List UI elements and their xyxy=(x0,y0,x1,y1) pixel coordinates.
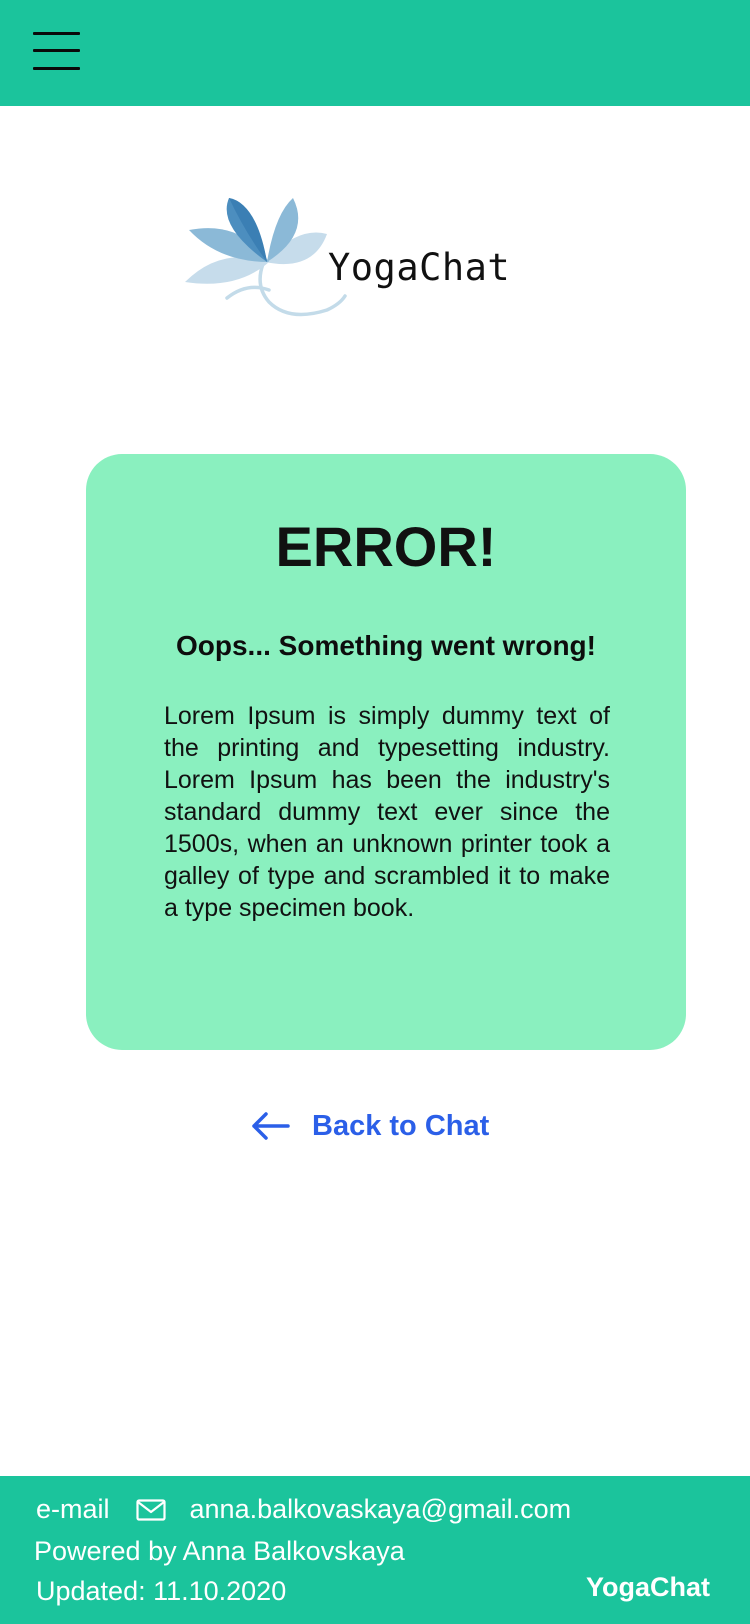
hamburger-menu-icon[interactable] xyxy=(33,32,81,72)
top-bar xyxy=(0,0,750,106)
updated-date: Updated: 11.10.2020 xyxy=(36,1576,287,1606)
error-title: ERROR! xyxy=(275,515,497,578)
footer-brand: YogaChat xyxy=(585,1572,710,1602)
powered-by-text: Powered by Anna Balkovskaya xyxy=(34,1536,405,1566)
email-label: e-mail xyxy=(36,1494,110,1524)
menu-line xyxy=(33,67,80,70)
error-subtitle: Oops... Something went wrong! xyxy=(176,630,596,661)
back-to-chat-label: Back to Chat xyxy=(312,1109,490,1142)
footer-contact: e-mail anna.balkovaskaya@gmail.com xyxy=(36,1494,571,1525)
email-link[interactable]: anna.balkovaskaya@gmail.com xyxy=(190,1494,572,1525)
logo-text: YogaChat xyxy=(328,246,511,289)
envelope-icon xyxy=(135,1498,166,1521)
menu-line xyxy=(33,32,80,35)
arrow-left-icon xyxy=(252,1112,290,1140)
back-to-chat-link[interactable]: Back to Chat xyxy=(250,1104,489,1148)
menu-line xyxy=(33,49,80,52)
error-card: ERROR! Oops... Something went wrong! Lor… xyxy=(86,454,686,1050)
footer: e-mail anna.balkovaskaya@gmail.com Power… xyxy=(0,1476,750,1624)
app-logo: YogaChat xyxy=(185,198,545,338)
error-description: Lorem Ipsum is simply dummy text of the … xyxy=(164,702,610,922)
